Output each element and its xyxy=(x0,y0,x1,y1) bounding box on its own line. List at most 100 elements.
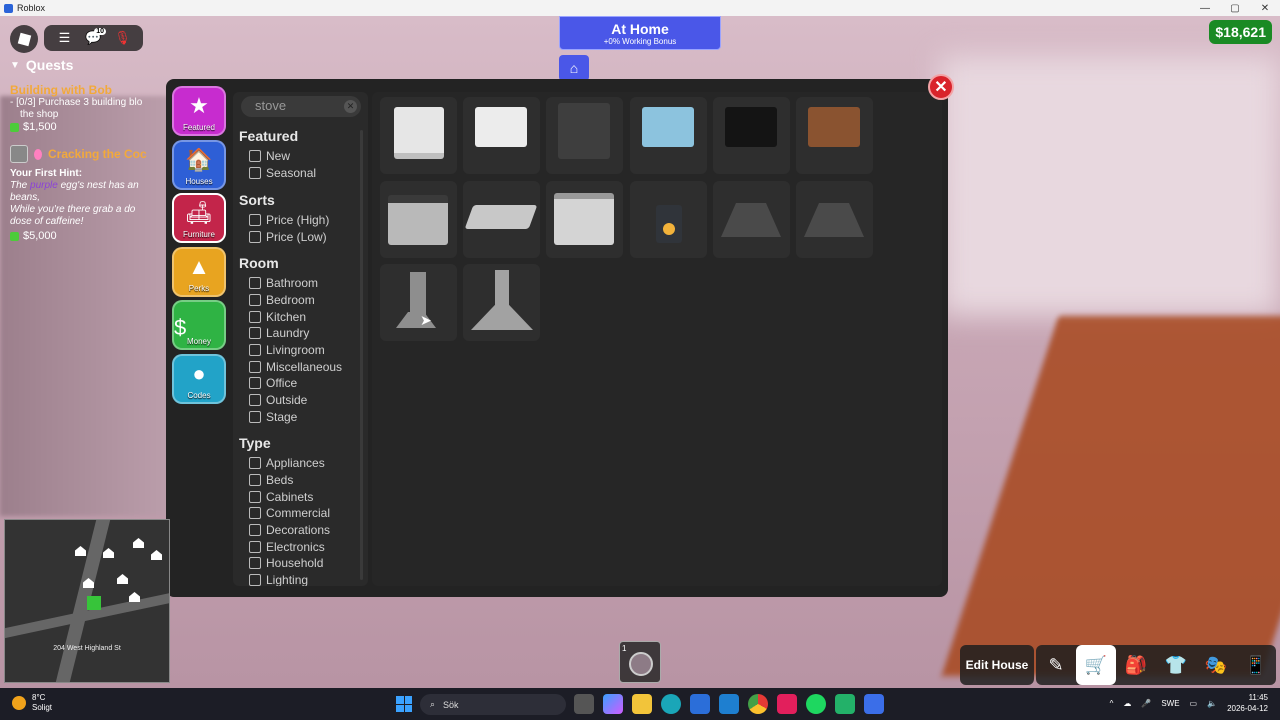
filter-room-miscellaneous[interactable]: Miscellaneous xyxy=(249,358,342,375)
quests-header[interactable]: ▼ Quests xyxy=(10,57,170,73)
chat-icon[interactable]: 💬 10 xyxy=(79,28,108,46)
cloud-icon[interactable]: ☁ xyxy=(1123,699,1131,708)
category-perks[interactable]: ▲ Perks xyxy=(172,246,226,297)
filter-room-laundry[interactable]: Laundry xyxy=(249,325,342,342)
checkbox[interactable] xyxy=(249,490,261,503)
hotbar-slot-1[interactable]: 1 xyxy=(619,641,661,683)
mic-tray-icon[interactable]: 🎤 xyxy=(1141,699,1151,708)
start-button[interactable] xyxy=(396,696,412,712)
spotify-icon[interactable] xyxy=(806,694,826,714)
category-houses[interactable]: 🏠 Houses xyxy=(172,139,226,190)
minimize-button[interactable]: — xyxy=(1190,0,1220,16)
item-tile[interactable] xyxy=(380,264,457,341)
checkbox[interactable] xyxy=(249,360,261,373)
close-window-button[interactable]: ✕ xyxy=(1250,0,1280,16)
item-tile[interactable] xyxy=(713,181,790,258)
item-tile[interactable] xyxy=(380,181,457,258)
file-explorer-icon[interactable] xyxy=(632,694,652,714)
language-indicator[interactable]: SWE xyxy=(1161,699,1179,708)
item-tile[interactable] xyxy=(380,97,457,174)
category-featured[interactable]: ★ Featured xyxy=(172,86,226,136)
phone-icon[interactable]: 📱 xyxy=(1236,645,1276,685)
edge-icon[interactable] xyxy=(661,694,681,714)
checkbox[interactable] xyxy=(249,377,261,390)
checkbox[interactable] xyxy=(249,507,261,520)
checkbox[interactable] xyxy=(249,540,261,553)
item-tile[interactable] xyxy=(463,181,540,258)
checkbox[interactable] xyxy=(249,277,261,290)
tiktok-icon[interactable] xyxy=(777,694,797,714)
edit-house-button[interactable]: Edit House xyxy=(960,645,1034,685)
filter-seasonal[interactable]: Seasonal xyxy=(249,165,316,182)
filter-room-bathroom[interactable]: Bathroom xyxy=(249,275,342,292)
hamburger-menu-icon[interactable]: ☰ xyxy=(50,30,79,46)
chrome-icon[interactable] xyxy=(748,694,768,714)
task-view-icon[interactable] xyxy=(574,694,594,714)
checkbox[interactable] xyxy=(249,214,261,227)
checkbox[interactable] xyxy=(249,231,261,244)
filter-room-stage[interactable]: Stage xyxy=(249,409,342,426)
maximize-button[interactable]: ▢ xyxy=(1220,0,1250,16)
tray-chevron-icon[interactable]: ^ xyxy=(1110,699,1114,708)
filter-type-electronics[interactable]: Electronics xyxy=(249,538,330,555)
roblox-menu-button[interactable] xyxy=(10,25,38,53)
network-icon[interactable]: ▭ xyxy=(1190,699,1198,708)
mic-muted-icon[interactable]: 🎙 xyxy=(108,30,137,46)
checkbox[interactable] xyxy=(249,524,261,537)
checkbox[interactable] xyxy=(249,327,261,340)
minimap[interactable]: 204 West Highland St xyxy=(4,519,170,683)
filter-room-office[interactable]: Office xyxy=(249,375,342,392)
checkbox[interactable] xyxy=(249,344,261,357)
checkbox[interactable] xyxy=(249,557,261,570)
checkbox[interactable] xyxy=(249,410,261,423)
filter-type-cabinets[interactable]: Cabinets xyxy=(249,488,330,505)
search-input[interactable]: stove ✕ xyxy=(241,96,361,117)
clear-search-button[interactable]: ✕ xyxy=(344,100,357,113)
category-money[interactable]: $ Money xyxy=(172,300,226,350)
item-tile[interactable] xyxy=(796,181,873,258)
checkbox[interactable] xyxy=(249,574,261,586)
item-tile[interactable] xyxy=(630,97,707,174)
category-furniture[interactable]: 🛋 Furniture xyxy=(172,193,226,243)
checkbox[interactable] xyxy=(249,150,261,163)
item-tile[interactable] xyxy=(713,97,790,174)
filter-room-livingroom[interactable]: Livingroom xyxy=(249,342,342,359)
filter-new[interactable]: New xyxy=(249,148,316,165)
weather-widget[interactable]: 8°C Soligt xyxy=(12,693,52,713)
store-icon[interactable] xyxy=(690,694,710,714)
emotes-icon[interactable]: 🎭 xyxy=(1196,645,1236,685)
clock[interactable]: 11:45 2026-04-12 xyxy=(1227,692,1268,714)
tools-icon[interactable]: ✎ xyxy=(1036,645,1076,685)
shirt-icon[interactable]: 👕 xyxy=(1156,645,1196,685)
category-codes[interactable]: ● Codes xyxy=(172,353,226,404)
backpack-icon[interactable]: 🎒 xyxy=(1116,645,1156,685)
app-icon-green[interactable] xyxy=(835,694,855,714)
checkbox[interactable] xyxy=(249,167,261,180)
item-tile[interactable] xyxy=(630,181,707,258)
home-button[interactable]: ⌂ xyxy=(559,55,589,81)
filter-type-beds[interactable]: Beds xyxy=(249,472,330,489)
item-tile[interactable] xyxy=(546,181,623,258)
filter-type-lighting[interactable]: Lighting xyxy=(249,572,330,586)
roblox-taskbar-icon[interactable] xyxy=(864,694,884,714)
filter-type-decorations[interactable]: Decorations xyxy=(249,522,330,539)
filter-type-commercial[interactable]: Commercial xyxy=(249,505,330,522)
checkbox[interactable] xyxy=(249,294,261,307)
shop-close-button[interactable]: ✕ xyxy=(928,74,954,100)
item-tile[interactable] xyxy=(463,97,540,174)
filter-scrollbar[interactable] xyxy=(360,130,363,580)
sort-price-high[interactable]: Price (High) xyxy=(249,212,329,229)
checkbox[interactable] xyxy=(249,474,261,487)
item-tile[interactable] xyxy=(546,97,623,174)
taskbar-search[interactable]: ⌕ Sök xyxy=(420,694,566,715)
filter-room-outside[interactable]: Outside xyxy=(249,392,342,409)
volume-icon[interactable]: 🔈 xyxy=(1207,699,1217,708)
shop-cart-icon[interactable]: 🛒 xyxy=(1076,645,1116,685)
filter-type-appliances[interactable]: Appliances xyxy=(249,455,330,472)
filter-type-household[interactable]: Household xyxy=(249,555,330,572)
item-tile[interactable] xyxy=(463,264,540,341)
filter-room-bedroom[interactable]: Bedroom xyxy=(249,292,342,309)
checkbox[interactable] xyxy=(249,310,261,323)
copilot-icon[interactable] xyxy=(603,694,623,714)
checkbox[interactable] xyxy=(249,394,261,407)
